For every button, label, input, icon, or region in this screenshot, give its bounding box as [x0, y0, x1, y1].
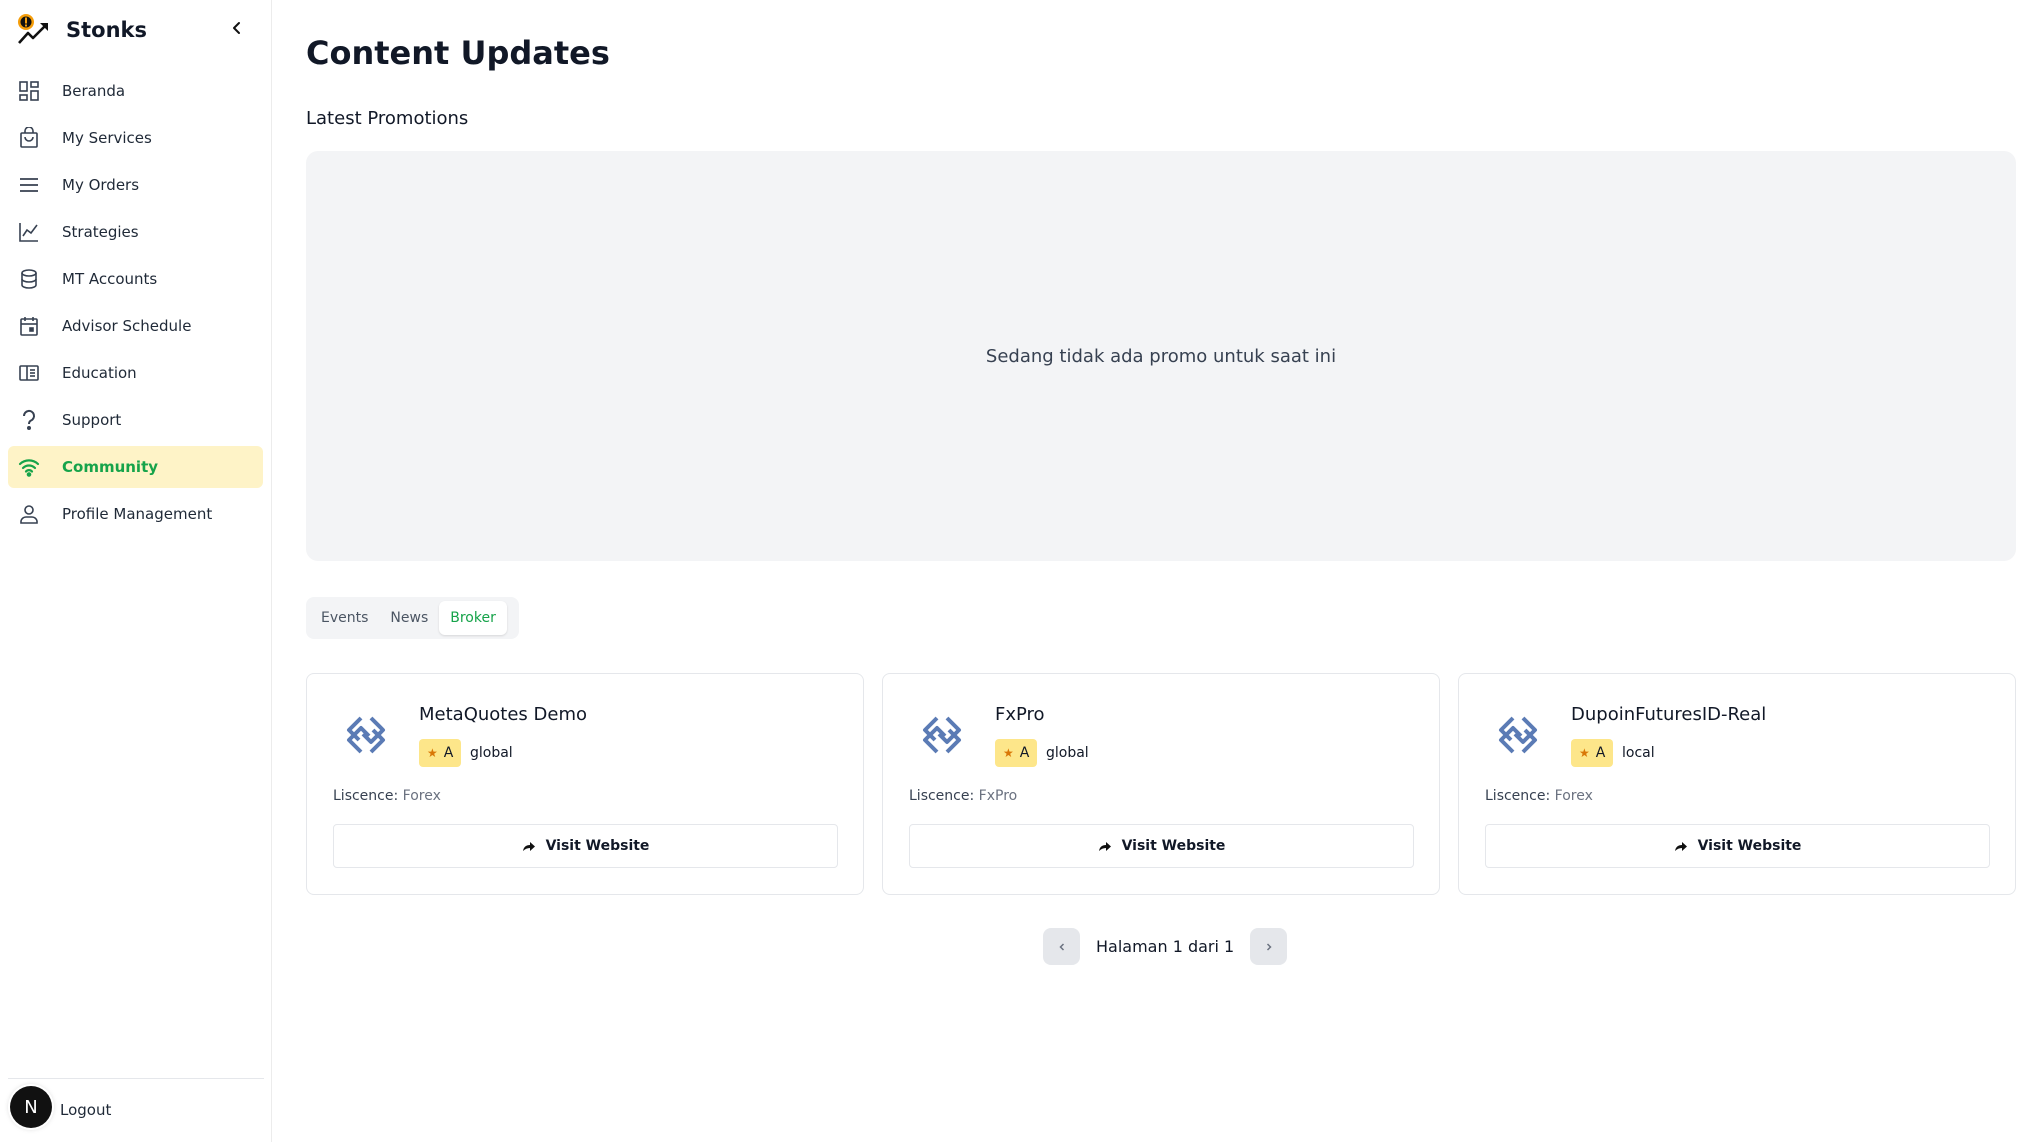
sidebar-item-support[interactable]: Support [8, 399, 263, 441]
star-icon: ★ [1003, 746, 1014, 760]
sidebar-item-label: Strategies [62, 223, 139, 241]
question-icon [17, 408, 41, 432]
chevron-right-icon [1266, 942, 1272, 951]
sidebar-nav: Beranda My Services My Orders Strategies… [8, 70, 263, 540]
brand-name: Stonks [66, 18, 148, 42]
broker-name: MetaQuotes Demo [419, 704, 587, 725]
star-icon: ★ [427, 746, 438, 760]
licence-label: Liscence: [1485, 788, 1551, 804]
chevron-left-icon [1058, 942, 1064, 951]
brand[interactable]: Stonks [16, 10, 256, 50]
rating-value: A [1595, 745, 1606, 761]
sidebar-item-label: Education [62, 364, 137, 382]
logout-label: Logout [60, 1101, 112, 1119]
user-icon [17, 502, 41, 526]
pagination-text: Halaman 1 dari 1 [1096, 937, 1235, 956]
tab-broker[interactable]: Broker [439, 601, 507, 635]
next-page-button[interactable] [1250, 928, 1288, 965]
broker-card: FxPro ★ A global Liscence: FxPro Visit W… [882, 673, 1440, 895]
line-chart-icon [17, 220, 41, 244]
broker-logo-icon [923, 716, 961, 754]
collapse-sidebar-button[interactable] [225, 16, 249, 40]
book-icon [17, 361, 41, 385]
menu-lines-icon [17, 173, 41, 197]
licence-value: Forex [402, 788, 441, 804]
database-icon [17, 267, 41, 291]
rating-value: A [443, 745, 454, 761]
chevron-left-icon [233, 22, 240, 34]
sidebar-item-my-orders[interactable]: My Orders [8, 164, 263, 206]
sidebar-item-label: My Services [62, 129, 152, 147]
tab-news[interactable]: News [379, 601, 439, 635]
broker-licence: Liscence: Forex [333, 788, 441, 804]
licence-value: Forex [1554, 788, 1593, 804]
licence-label: Liscence: [909, 788, 975, 804]
sidebar: Stonks Beranda My Services My Orders Str… [0, 0, 272, 1142]
rating-badge: ★ A [419, 739, 462, 767]
tab-events[interactable]: Events [310, 601, 379, 635]
sidebar-item-label: My Orders [62, 176, 140, 194]
visit-website-label: Visit Website [545, 838, 650, 854]
share-arrow-icon [1098, 842, 1111, 851]
sidebar-item-label: MT Accounts [62, 270, 158, 288]
visit-website-label: Visit Website [1121, 838, 1226, 854]
sidebar-item-community[interactable]: Community [8, 446, 263, 488]
broker-scope: local [1622, 745, 1655, 761]
sidebar-item-strategies[interactable]: Strategies [8, 211, 263, 253]
avatar[interactable]: N [10, 1086, 52, 1128]
broker-name: DupoinFuturesID-Real [1571, 704, 1767, 725]
broker-logo-icon [347, 716, 385, 754]
prev-page-button[interactable] [1043, 928, 1080, 965]
visit-website-button[interactable]: Visit Website [909, 824, 1414, 868]
broker-licence: Liscence: FxPro [909, 788, 1017, 804]
promotions-title: Latest Promotions [306, 108, 469, 129]
calendar-icon [17, 314, 41, 338]
sidebar-item-label: Community [62, 458, 159, 476]
broker-card: MetaQuotes Demo ★ A global Liscence: For… [306, 673, 864, 895]
sidebar-item-advisor-schedule[interactable]: Advisor Schedule [8, 305, 263, 347]
broker-logo-icon [1499, 716, 1537, 754]
broker-list: MetaQuotes Demo ★ A global Liscence: For… [306, 673, 2016, 895]
share-arrow-icon [1674, 842, 1687, 851]
broker-licence: Liscence: Forex [1485, 788, 1593, 804]
rating-badge: ★ A [1571, 739, 1614, 767]
visit-website-button[interactable]: Visit Website [333, 824, 838, 868]
pagination: Halaman 1 dari 1 [1043, 928, 1288, 965]
broker-scope: global [470, 745, 513, 761]
stonks-logo-icon [18, 14, 48, 44]
sidebar-item-label: Beranda [62, 82, 126, 100]
sidebar-item-label: Advisor Schedule [62, 317, 192, 335]
sidebar-item-education[interactable]: Education [8, 352, 263, 394]
rating-value: A [1019, 745, 1030, 761]
broker-name: FxPro [995, 704, 1045, 725]
star-icon: ★ [1579, 746, 1590, 760]
dashboard-icon [17, 79, 41, 103]
broker-card: DupoinFuturesID-Real ★ A local Liscence:… [1458, 673, 2016, 895]
sidebar-item-beranda[interactable]: Beranda [8, 70, 263, 112]
sidebar-item-mt-accounts[interactable]: MT Accounts [8, 258, 263, 300]
visit-website-label: Visit Website [1697, 838, 1802, 854]
sidebar-item-my-services[interactable]: My Services [8, 117, 263, 159]
shopping-bag-icon [17, 126, 41, 150]
licence-label: Liscence: [333, 788, 399, 804]
broker-scope: global [1046, 745, 1089, 761]
wifi-icon [17, 455, 41, 479]
share-arrow-icon [522, 842, 535, 851]
licence-value: FxPro [978, 788, 1018, 804]
promotions-panel: Sedang tidak ada promo untuk saat ini [306, 151, 2016, 561]
visit-website-button[interactable]: Visit Website [1485, 824, 1990, 868]
content-tabs: Events News Broker [306, 597, 519, 639]
rating-badge: ★ A [995, 739, 1038, 767]
sidebar-item-label: Support [62, 411, 122, 429]
sidebar-item-profile-management[interactable]: Profile Management [8, 493, 263, 535]
page-title: Content Updates [306, 34, 610, 72]
sidebar-item-label: Profile Management [62, 505, 213, 523]
promotions-empty-text: Sedang tidak ada promo untuk saat ini [985, 345, 1337, 367]
